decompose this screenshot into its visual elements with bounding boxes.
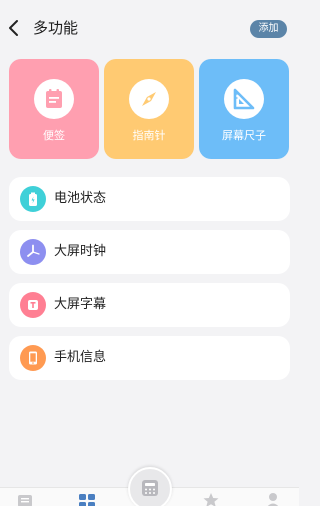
list-item-clock[interactable]: 大屏时钟 <box>9 230 290 274</box>
nav-item-list[interactable] <box>16 492 34 506</box>
ruler-icon <box>233 88 255 110</box>
clock-icon <box>27 244 40 257</box>
list-item-subtitle[interactable]: 大屏字幕 <box>9 283 290 327</box>
subtitle-icon <box>28 300 38 310</box>
list-item-battery[interactable]: 电池状态 <box>9 177 290 221</box>
tile-icon-circle <box>34 79 74 119</box>
list-icon <box>18 495 32 506</box>
nav-item-calculator[interactable] <box>128 467 172 506</box>
compass-icon <box>142 92 156 106</box>
notepad-icon <box>46 89 62 108</box>
calculator-icon <box>142 480 158 496</box>
phone-icon <box>29 351 37 365</box>
tile-notepad[interactable]: 便签 <box>9 59 99 159</box>
battery-icon <box>29 192 37 206</box>
tile-icon-circle <box>129 79 169 119</box>
tile-label: 指南针 <box>132 129 166 142</box>
nav-item-grid[interactable] <box>78 492 96 506</box>
add-button[interactable]: 添加 <box>250 20 287 38</box>
grid-icon <box>79 494 95 506</box>
card-icon-circle <box>20 292 46 318</box>
card-icon-circle <box>20 186 46 212</box>
tile-label: 便签 <box>43 129 65 142</box>
card-icon-circle <box>20 239 46 265</box>
tile-ruler[interactable]: 屏幕尺子 <box>199 59 289 159</box>
back-button[interactable] <box>6 18 22 38</box>
list-item-label: 大屏字幕 <box>54 297 107 312</box>
chevron-left-icon <box>9 20 18 36</box>
list-item-label: 手机信息 <box>54 350 107 365</box>
page-title: 多功能 <box>33 19 79 37</box>
list-item-phone[interactable]: 手机信息 <box>9 336 290 380</box>
star-icon <box>203 493 219 506</box>
header: 多功能 添加 <box>0 0 299 56</box>
tile-label: 屏幕尺子 <box>222 129 266 142</box>
list-item-label: 大屏时钟 <box>54 244 107 259</box>
card-icon-circle <box>20 345 46 371</box>
nav-item-star[interactable] <box>202 492 220 506</box>
list-item-label: 电池状态 <box>54 191 107 206</box>
person-icon <box>267 493 279 506</box>
nav-item-profile[interactable] <box>264 492 282 506</box>
tile-icon-circle <box>224 79 264 119</box>
tile-compass[interactable]: 指南针 <box>104 59 194 159</box>
